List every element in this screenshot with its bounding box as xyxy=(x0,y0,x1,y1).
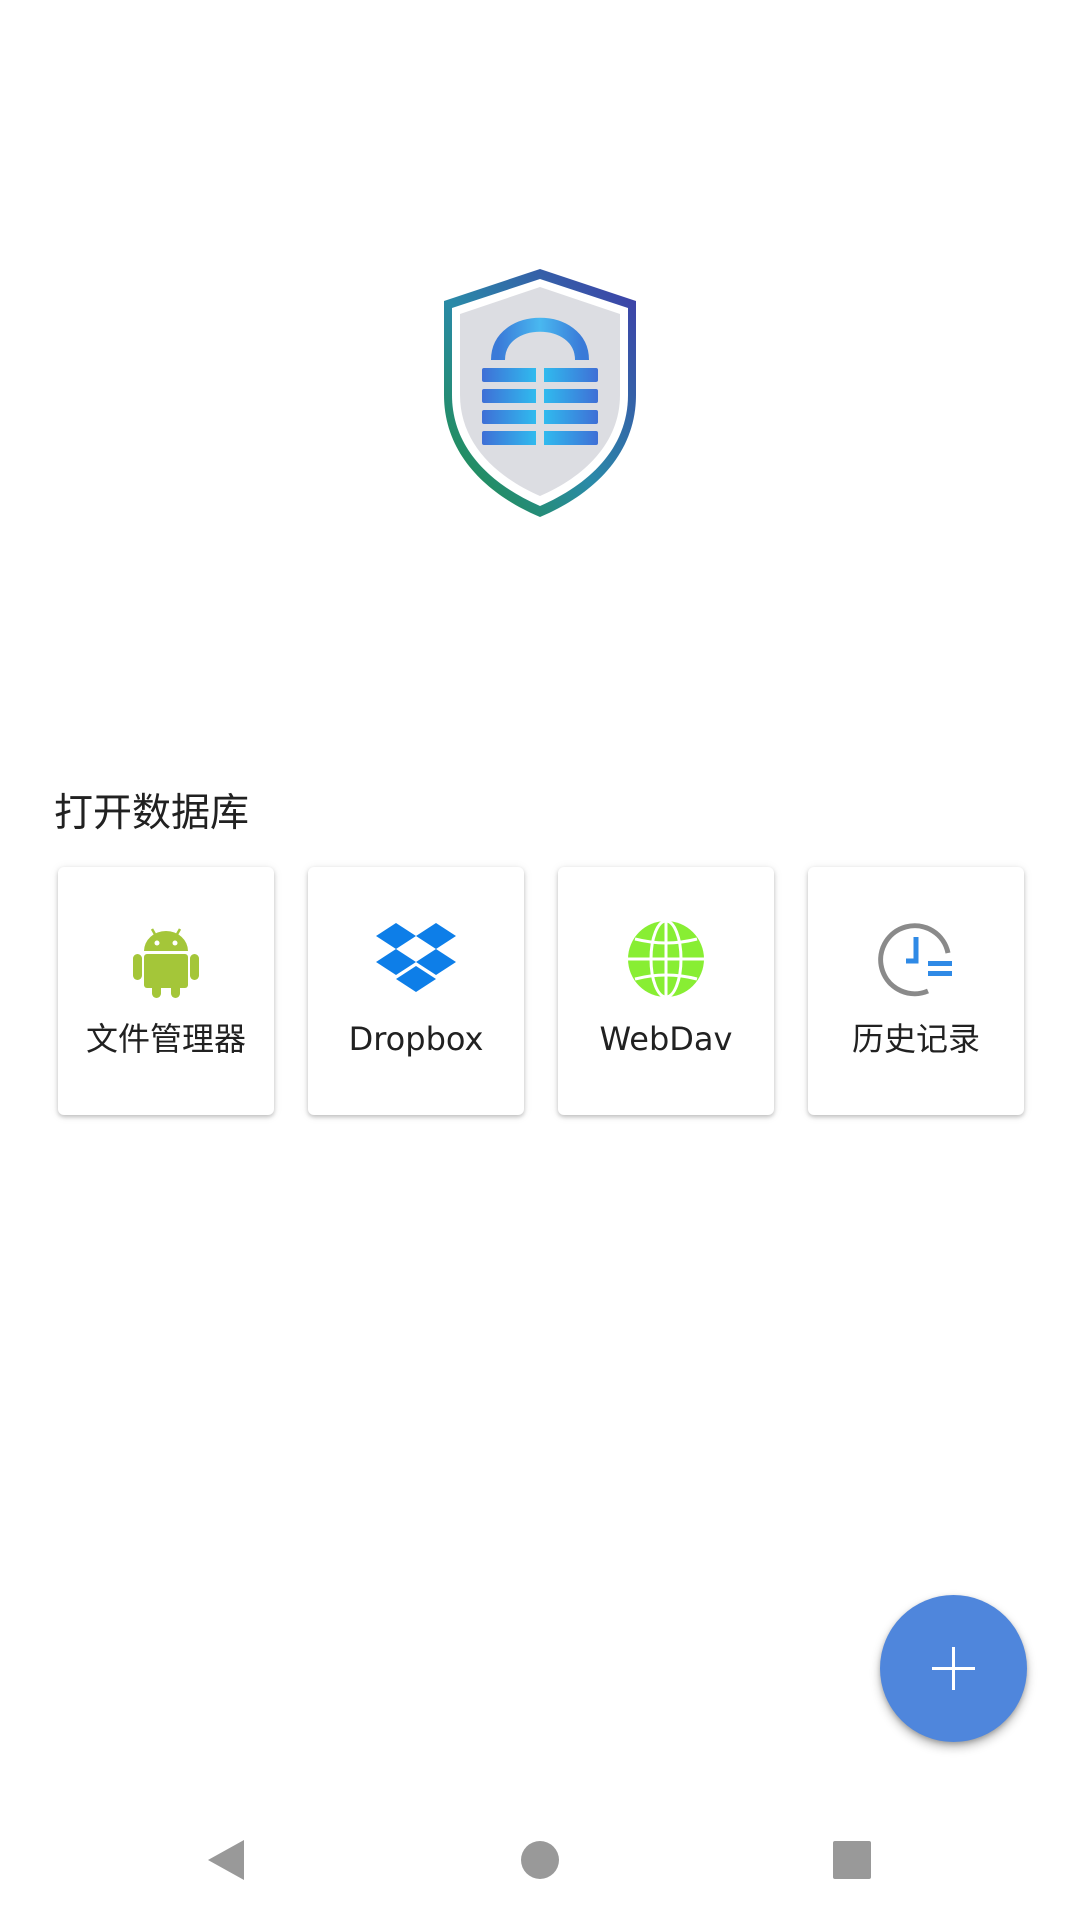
dropbox-label: Dropbox xyxy=(348,1020,484,1058)
recents-button[interactable] xyxy=(812,1824,892,1896)
home-screen: 打开数据库 文件管理器 Dropbox WebDav 历史记录 xyxy=(0,0,1080,1920)
home-button[interactable] xyxy=(500,1824,580,1896)
plus-icon xyxy=(932,1647,975,1690)
recents-square-icon xyxy=(833,1841,871,1879)
webdav-card[interactable]: WebDav xyxy=(558,867,774,1115)
file-manager-card[interactable]: 文件管理器 xyxy=(58,867,274,1115)
globe-icon xyxy=(626,919,706,999)
history-clock-icon xyxy=(876,919,956,999)
back-triangle-icon xyxy=(208,1840,244,1880)
database-source-list: 文件管理器 Dropbox WebDav 历史记录 xyxy=(58,867,1024,1115)
system-navigation-bar xyxy=(0,1800,1080,1920)
android-icon xyxy=(126,919,206,999)
home-circle-icon xyxy=(521,1841,559,1879)
history-card[interactable]: 历史记录 xyxy=(808,867,1024,1115)
webdav-label: WebDav xyxy=(599,1020,733,1058)
add-database-button[interactable] xyxy=(880,1595,1027,1742)
back-button[interactable] xyxy=(186,1824,266,1896)
open-database-title: 打开数据库 xyxy=(54,791,250,836)
dropbox-card[interactable]: Dropbox xyxy=(308,867,524,1115)
history-label: 历史记录 xyxy=(851,1020,980,1058)
shield-lock-logo xyxy=(432,265,648,521)
dropbox-icon xyxy=(376,919,456,999)
file-manager-label: 文件管理器 xyxy=(85,1020,246,1058)
